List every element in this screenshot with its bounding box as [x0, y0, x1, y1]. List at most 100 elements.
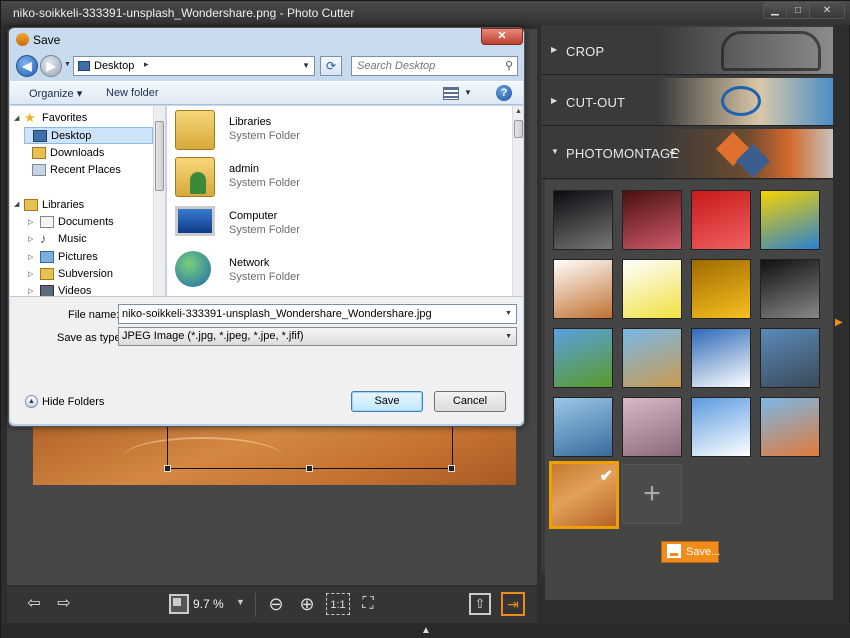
new-folder-button[interactable]: New folder: [106, 87, 159, 99]
thumbnail-blossom-path[interactable]: [622, 397, 682, 457]
file-list-scrollbar[interactable]: ▲: [512, 106, 523, 296]
address-dropdown-icon[interactable]: ▼: [302, 61, 310, 70]
search-input[interactable]: [352, 57, 497, 75]
file-item-libraries[interactable]: Libraries System Folder: [175, 108, 495, 152]
nav-music[interactable]: ♪ Music: [40, 231, 152, 248]
command-bar: Organize ▾ New folder ▼ ?: [10, 81, 523, 105]
back-button[interactable]: ◀: [16, 55, 38, 77]
file-list-scrollbar-thumb[interactable]: [514, 120, 523, 138]
thumbnail-comic[interactable]: [760, 190, 820, 250]
nav-documents[interactable]: Documents: [40, 214, 152, 231]
crop-handle-bottom-left[interactable]: [164, 465, 171, 472]
expand-arrow-icon[interactable]: ▷: [28, 287, 33, 295]
address-bar[interactable]: Desktop ▸ ▼: [73, 56, 315, 76]
thumbnail-venice[interactable]: [553, 397, 613, 457]
expand-arrow-icon[interactable]: ▷: [28, 235, 33, 243]
thumbnail-planet-surface[interactable]: [553, 190, 613, 250]
section-photomontage[interactable]: ▼ PHOTOMONTAGE ↶: [541, 129, 833, 179]
view-dropdown-icon[interactable]: ▼: [464, 88, 472, 97]
view-options-icon[interactable]: [443, 87, 459, 100]
maximize-button[interactable]: □: [786, 2, 810, 19]
thumbnail-city-skyline[interactable]: [760, 328, 820, 388]
forward-button[interactable]: ▶: [40, 55, 62, 77]
export-icon[interactable]: ⇥: [501, 592, 525, 616]
section-crop[interactable]: ▶ CROP: [541, 27, 833, 75]
expand-arrow-icon[interactable]: ▷: [28, 253, 33, 261]
hide-folders-chevron-icon[interactable]: ▲: [25, 395, 38, 408]
libraries-icon: [24, 199, 38, 211]
collapse-arrow-icon[interactable]: ▲: [421, 625, 431, 636]
search-box[interactable]: ⚲: [351, 56, 518, 76]
thumbnail-snowy-sun[interactable]: [691, 397, 751, 457]
address-location[interactable]: Desktop: [94, 60, 134, 72]
dialog-save-button[interactable]: Save: [351, 391, 423, 412]
save-type-dropdown-icon[interactable]: ▼: [505, 328, 512, 345]
section-cut-out[interactable]: ▶ CUT-OUT: [541, 78, 833, 126]
help-icon[interactable]: ?: [496, 85, 512, 101]
scissors-illustration: [721, 86, 761, 116]
import-icon[interactable]: ⇧: [469, 593, 491, 615]
crop-frame[interactable]: [164, 427, 455, 472]
thumbnail-heart-tree[interactable]: [622, 190, 682, 250]
file-name-input[interactable]: [118, 304, 517, 324]
nav-videos[interactable]: Videos: [40, 283, 152, 296]
next-image-icon[interactable]: ⇨: [53, 593, 75, 615]
nav-pictures[interactable]: Pictures: [40, 249, 152, 266]
nav-subversion[interactable]: Subversion: [40, 266, 152, 283]
add-background-button[interactable]: +: [622, 464, 682, 524]
breadcrumb-chevron-icon[interactable]: ▸: [144, 59, 149, 70]
nav-scrollbar[interactable]: [153, 106, 165, 296]
close-button[interactable]: ✕: [809, 2, 845, 19]
nav-desktop[interactable]: Desktop: [24, 127, 153, 144]
dialog-close-button[interactable]: ✕: [481, 28, 523, 45]
previous-image-icon[interactable]: ⇦: [23, 593, 45, 615]
nav-libraries[interactable]: Libraries: [24, 197, 152, 214]
refresh-button[interactable]: ⟳: [320, 56, 342, 76]
scroll-up-arrow-icon[interactable]: ▲: [515, 108, 522, 115]
actual-size-icon[interactable]: 1:1: [326, 593, 350, 615]
search-icon[interactable]: ⚲: [505, 59, 513, 72]
file-item-network[interactable]: Network System Folder: [175, 249, 495, 293]
thumbnail-red-heart[interactable]: [691, 190, 751, 250]
crop-hands-illustration: [721, 31, 821, 71]
file-name-dropdown-icon[interactable]: ▼: [505, 310, 512, 317]
zoom-out-icon[interactable]: ⊖: [265, 593, 287, 615]
organize-menu[interactable]: Organize ▾: [29, 87, 82, 100]
thumbnail-eiffel-tower[interactable]: [622, 328, 682, 388]
recent-locations-dropdown-icon[interactable]: ▼: [64, 61, 71, 68]
thumbnail-desert-tree[interactable]: [760, 397, 820, 457]
save-button[interactable]: Save...: [661, 541, 720, 563]
file-item-admin[interactable]: admin System Folder: [175, 155, 495, 199]
nav-recent-places[interactable]: Recent Places: [32, 162, 152, 179]
expand-arrow-icon[interactable]: ▷: [28, 218, 33, 226]
fit-to-window-icon[interactable]: ⛶: [357, 593, 379, 615]
app-title: niko-soikkeli-333391-unsplash_Wondershar…: [13, 6, 355, 20]
minimize-button[interactable]: ▁: [763, 2, 787, 19]
app-titlebar: niko-soikkeli-333391-unsplash_Wondershar…: [1, 1, 850, 25]
zoom-dropdown-icon[interactable]: ▼: [236, 597, 245, 607]
dialog-cancel-button[interactable]: Cancel: [434, 391, 506, 412]
thumbnail-cartoon-monster[interactable]: [622, 259, 682, 319]
zoom-in-icon[interactable]: ⊕: [296, 593, 318, 615]
file-item-computer[interactable]: Computer System Folder: [175, 202, 495, 246]
crop-handle-bottom-middle[interactable]: [306, 465, 313, 472]
expand-arrow-icon[interactable]: ▷: [28, 270, 33, 278]
thumbnail-snowman[interactable]: [691, 328, 751, 388]
nav-scrollbar-thumb[interactable]: [155, 121, 164, 191]
thumbnail-dogs[interactable]: [553, 259, 613, 319]
crop-handle-bottom-right[interactable]: [448, 465, 455, 472]
save-type-select[interactable]: JPEG Image (*.jpg, *.jpeg, *.jpe, *.jfif…: [118, 327, 517, 346]
thumbnail-cow[interactable]: [553, 328, 613, 388]
hide-folders-link[interactable]: Hide Folders: [42, 396, 104, 408]
user-avatar-icon: [190, 172, 206, 194]
nav-downloads[interactable]: Downloads: [32, 145, 152, 162]
selected-thumbnail-desert[interactable]: ✔: [549, 461, 619, 529]
panel-toggle-arrow-icon[interactable]: ▶: [835, 317, 843, 328]
collapse-arrow-icon[interactable]: ◢: [14, 114, 19, 122]
thumbnail-sparkles[interactable]: [760, 259, 820, 319]
undo-icon[interactable]: ↶: [669, 145, 680, 161]
nav-favorites[interactable]: ★ Favorites: [24, 110, 152, 127]
collapse-arrow-icon[interactable]: ◢: [14, 200, 19, 208]
file-type: System Folder: [229, 271, 300, 283]
thumbnail-golden-bokeh[interactable]: [691, 259, 751, 319]
